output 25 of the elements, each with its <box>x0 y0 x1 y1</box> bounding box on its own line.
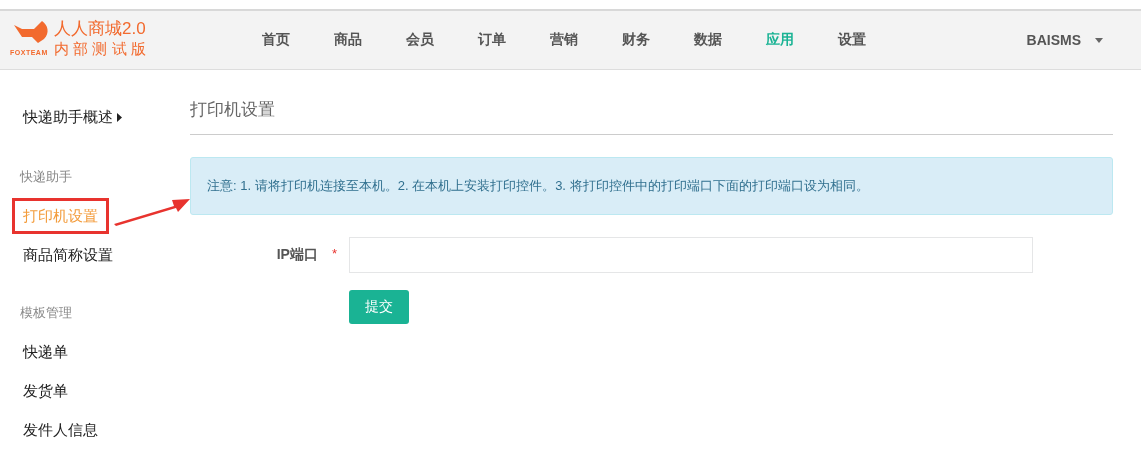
sidebar-item[interactable]: 发件人信息 <box>23 420 98 440</box>
caret-right-icon <box>117 112 122 122</box>
nav-tab[interactable]: 订单 <box>456 31 528 49</box>
nav-tab[interactable]: 首页 <box>240 31 312 49</box>
required-mark: * <box>331 246 337 263</box>
ip-port-field[interactable] <box>349 237 1033 273</box>
sidebar-item[interactable]: 发货单 <box>23 381 68 401</box>
nav-tab[interactable]: 商品 <box>312 31 384 49</box>
sidebar-heading: 快递助手 <box>20 168 73 186</box>
sidebar-heading: 模板管理 <box>20 304 73 322</box>
nav-tab[interactable]: 设置 <box>816 31 888 49</box>
user-menu[interactable]: BAISMS <box>1026 32 1081 48</box>
notice-alert: 注意: 1. 请将打印机连接至本机。2. 在本机上安装打印控件。3. 将打印控件中的打印端口下面的打印端口设为相同。 <box>190 157 1113 215</box>
caret-icon[interactable] <box>1095 37 1103 43</box>
nav-tab[interactable]: 财务 <box>600 31 672 49</box>
nav-tab[interactable]: 数据 <box>672 31 744 49</box>
logo-title: 人人商城2.0 <box>54 19 147 39</box>
nav-tab[interactable]: 营销 <box>528 31 600 49</box>
field-label: IP端口 <box>276 246 318 264</box>
page-title: 打印机设置 <box>190 99 276 121</box>
sidebar-item[interactable]: 商品简称设置 <box>23 245 113 265</box>
sidebar-item[interactable]: 快递助手概述 <box>23 107 113 127</box>
nav-tab[interactable]: 会员 <box>384 31 456 49</box>
sidebar-item[interactable]: 快递单 <box>23 342 68 362</box>
logo-subtitle: 内 部 测 试 版 <box>54 39 147 59</box>
